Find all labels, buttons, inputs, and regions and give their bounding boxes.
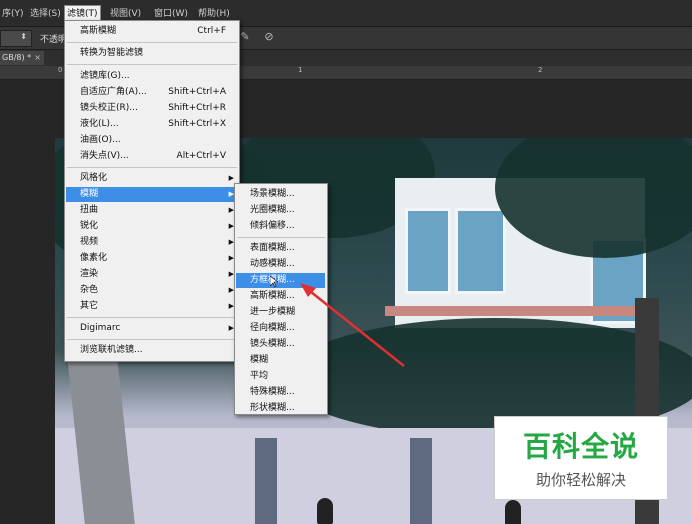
mouse-cursor-icon [270, 276, 278, 288]
annotation-arrow-line [305, 287, 405, 367]
watermark-logo: 百科全说 助你轻松解决 [494, 416, 668, 500]
watermark-title: 百科全说 [522, 430, 639, 463]
watermark-subtitle: 助你轻松解决 [535, 471, 626, 489]
